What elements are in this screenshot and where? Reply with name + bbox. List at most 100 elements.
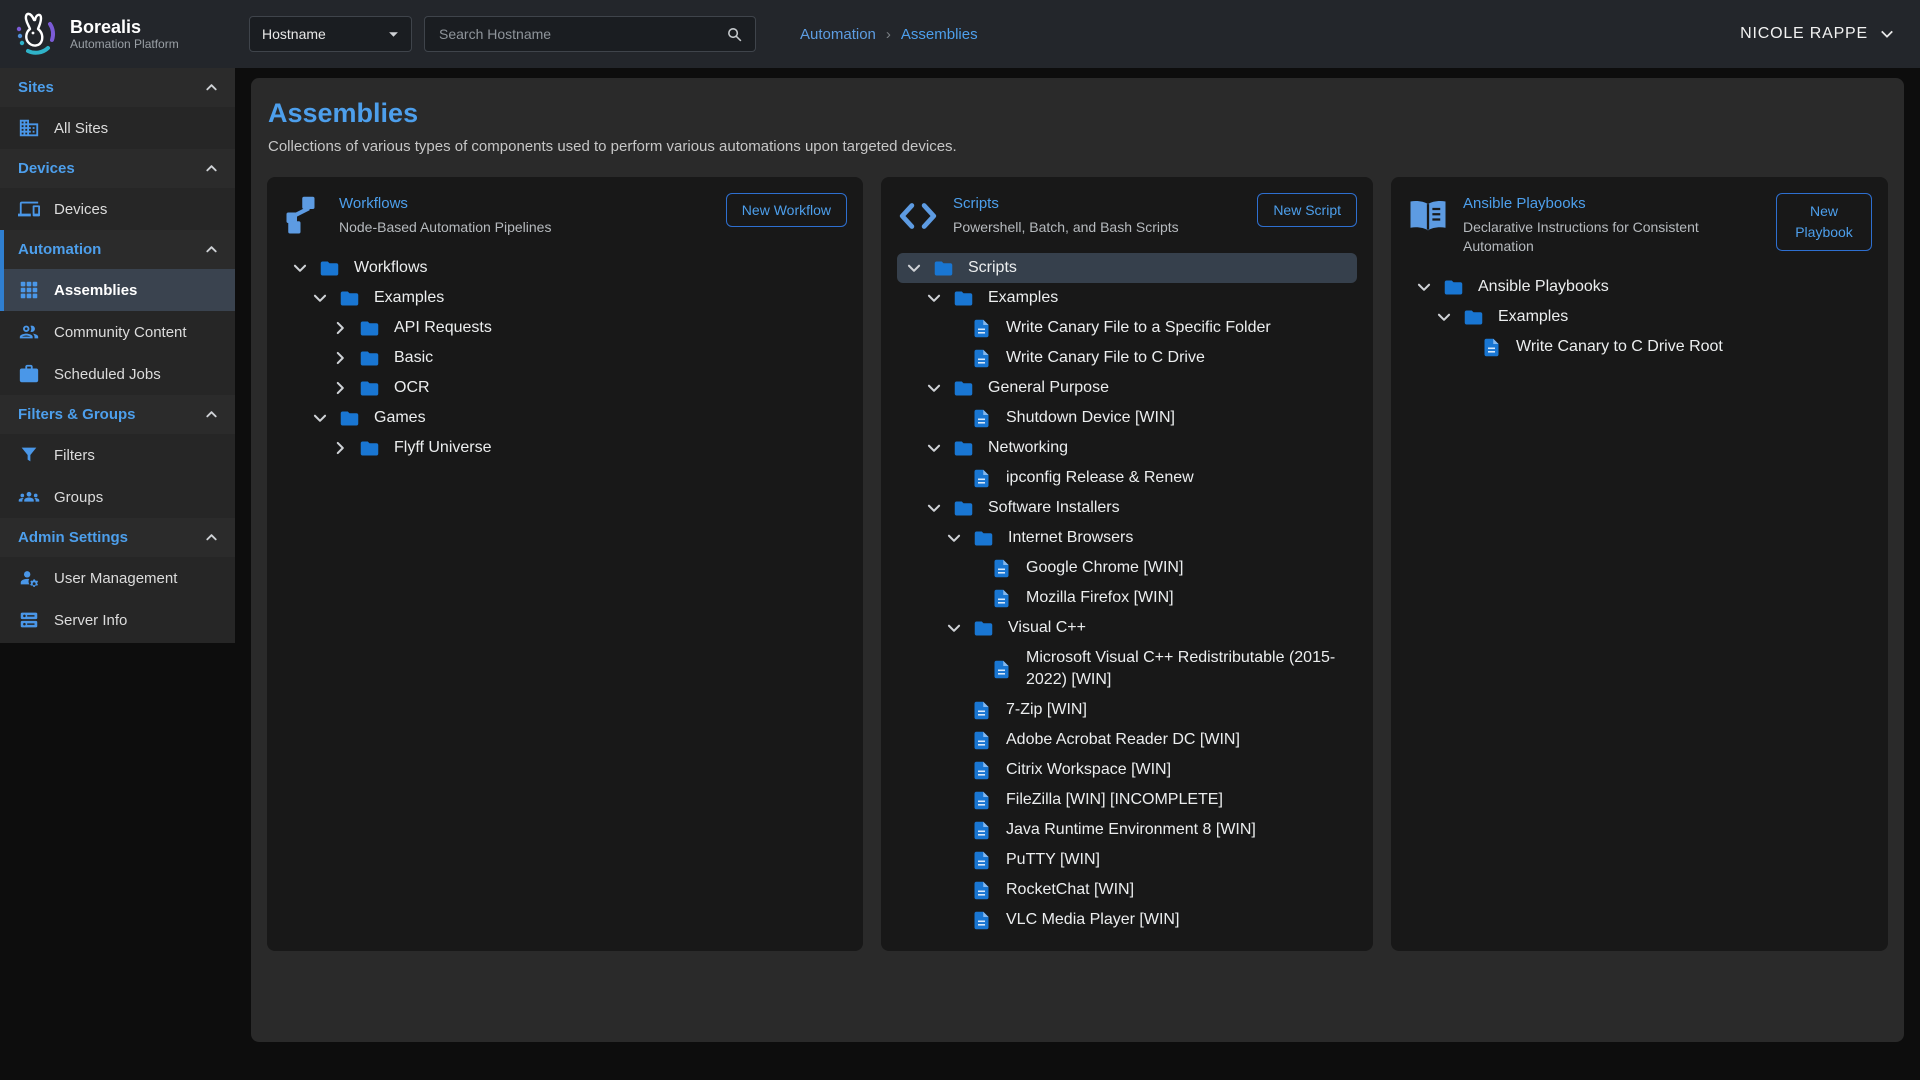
breadcrumb-separator: › xyxy=(886,26,891,43)
tree-file[interactable]: RocketChat [WIN] xyxy=(897,875,1357,905)
tree-folder[interactable]: Basic xyxy=(283,343,847,373)
chevron-down-icon[interactable] xyxy=(311,409,329,427)
sidebar-item-server-info[interactable]: Server Info xyxy=(0,599,235,641)
hostname-select-value: Hostname xyxy=(262,26,326,42)
card-ansible-playbooks: Ansible PlaybooksDeclarative Instruction… xyxy=(1391,177,1888,951)
assembly-cards: Workflows Node-Based Automation Pipelines… xyxy=(267,177,1888,951)
folder-icon xyxy=(953,438,974,459)
tree-folder[interactable]: Software Installers xyxy=(897,493,1357,523)
sidebar-item-groups[interactable]: Groups xyxy=(0,476,235,518)
chevron-right-icon[interactable] xyxy=(331,349,349,367)
sidebar-item-scheduled-jobs[interactable]: Scheduled Jobs xyxy=(0,353,235,395)
chevron-right-icon[interactable] xyxy=(331,379,349,397)
user-menu[interactable]: NICOLE RAPPE xyxy=(1740,25,1894,43)
chevron-down-icon[interactable] xyxy=(1415,278,1433,296)
sidebar-item-community-content[interactable]: Community Content xyxy=(0,311,235,353)
file-icon xyxy=(971,790,992,811)
breadcrumb-assemblies[interactable]: Assemblies xyxy=(901,26,978,43)
folder-icon xyxy=(359,438,380,459)
tree-item-label: ipconfig Release & Renew xyxy=(1006,467,1194,489)
sidebar-section-automation[interactable]: Automation xyxy=(0,230,235,269)
search-icon[interactable] xyxy=(726,26,743,43)
tree-file[interactable]: 7-Zip [WIN] xyxy=(897,695,1357,725)
chevron-down-icon[interactable] xyxy=(291,259,309,277)
sidebar-section-devices[interactable]: Devices xyxy=(0,149,235,188)
tree-folder[interactable]: Ansible Playbooks xyxy=(1407,272,1872,302)
tree-indent-spacer xyxy=(945,911,963,929)
folder-icon xyxy=(953,378,974,399)
sidebar-item-user-management[interactable]: User Management xyxy=(0,557,235,599)
tree-folder[interactable]: Networking xyxy=(897,433,1357,463)
chevron-right-icon[interactable] xyxy=(331,319,349,337)
new-workflows-button[interactable]: New Workflow xyxy=(726,193,847,227)
chevron-down-icon[interactable] xyxy=(925,499,943,517)
new-ansible-playbooks-button[interactable]: New Playbook xyxy=(1776,193,1872,251)
tree-file[interactable]: FileZilla [WIN] [INCOMPLETE] xyxy=(897,785,1357,815)
tree-folder[interactable]: Examples xyxy=(283,283,847,313)
sidebar-item-all-sites[interactable]: All Sites xyxy=(0,107,235,149)
tree-folder[interactable]: Examples xyxy=(897,283,1357,313)
sidebar-item-label: User Management xyxy=(54,570,177,587)
tree-file[interactable]: Citrix Workspace [WIN] xyxy=(897,755,1357,785)
tree-folder[interactable]: Flyff Universe xyxy=(283,433,847,463)
tree-file[interactable]: ipconfig Release & Renew xyxy=(897,463,1357,493)
chevron-down-icon[interactable] xyxy=(925,439,943,457)
tree-file[interactable]: Google Chrome [WIN] xyxy=(897,553,1357,583)
chevron-down-icon[interactable] xyxy=(311,289,329,307)
tree-item-label: Software Installers xyxy=(988,497,1120,519)
chevron-down-icon[interactable] xyxy=(925,379,943,397)
chevron-right-icon[interactable] xyxy=(331,439,349,457)
tree-file[interactable]: PuTTY [WIN] xyxy=(897,845,1357,875)
tree-file[interactable]: Microsoft Visual C++ Redistributable (20… xyxy=(897,643,1357,695)
tree-folder[interactable]: Visual C++ xyxy=(897,613,1357,643)
breadcrumb-automation[interactable]: Automation xyxy=(800,26,876,43)
tree-folder[interactable]: OCR xyxy=(283,373,847,403)
tree-folder[interactable]: API Requests xyxy=(283,313,847,343)
card-subtitle: Powershell, Batch, and Bash Scripts xyxy=(953,218,1213,237)
chevron-up-icon xyxy=(204,80,219,95)
tree-indent-spacer xyxy=(945,731,963,749)
tree-file[interactable]: Java Runtime Environment 8 [WIN] xyxy=(897,815,1357,845)
tree-file[interactable]: Shutdown Device [WIN] xyxy=(897,403,1357,433)
tree-folder[interactable]: Examples xyxy=(1407,302,1872,332)
user-name: NICOLE RAPPE xyxy=(1740,25,1868,43)
laptop-icon xyxy=(18,198,40,220)
sidebar-item-devices[interactable]: Devices xyxy=(0,188,235,230)
sidebar-item-assemblies[interactable]: Assemblies xyxy=(0,269,235,311)
sidebar-item-filters[interactable]: Filters xyxy=(0,434,235,476)
tree-file[interactable]: Mozilla Firefox [WIN] xyxy=(897,583,1357,613)
sidebar-section-sites[interactable]: Sites xyxy=(0,68,235,107)
file-icon xyxy=(991,558,1012,579)
tree-file[interactable]: Write Canary File to a Specific Folder xyxy=(897,313,1357,343)
tree-file[interactable]: Write Canary to C Drive Root xyxy=(1407,332,1872,362)
tree-folder[interactable]: Internet Browsers xyxy=(897,523,1357,553)
tree-file[interactable]: Write Canary File to C Drive xyxy=(897,343,1357,373)
chevron-down-icon[interactable] xyxy=(905,259,923,277)
tree-file[interactable]: VLC Media Player [WIN] xyxy=(897,905,1357,935)
sidebar-section-filters-groups[interactable]: Filters & Groups xyxy=(0,395,235,434)
tree-folder[interactable]: General Purpose xyxy=(897,373,1357,403)
chevron-down-icon[interactable] xyxy=(945,619,963,637)
tree-indent-spacer xyxy=(945,319,963,337)
chevron-down-icon[interactable] xyxy=(925,289,943,307)
new-scripts-button[interactable]: New Script xyxy=(1257,193,1357,227)
tree-item-label: Flyff Universe xyxy=(394,437,492,459)
filter-icon xyxy=(18,444,40,466)
search-input[interactable] xyxy=(437,25,726,43)
sidebar-section-label: Devices xyxy=(18,160,75,177)
tree-folder[interactable]: Games xyxy=(283,403,847,433)
tree-folder[interactable]: Workflows xyxy=(283,253,847,283)
folder-icon xyxy=(319,258,340,279)
tree-indent-spacer xyxy=(1455,338,1473,356)
tree-item-label: OCR xyxy=(394,377,430,399)
tree-indent-spacer xyxy=(945,791,963,809)
tree-folder[interactable]: Scripts xyxy=(897,253,1357,283)
card-subtitle: Node-Based Automation Pipelines xyxy=(339,218,599,237)
hostname-select[interactable]: Hostname xyxy=(249,16,412,52)
brand-name: Borealis xyxy=(70,17,179,37)
folder-icon xyxy=(359,318,380,339)
tree-file[interactable]: Adobe Acrobat Reader DC [WIN] xyxy=(897,725,1357,755)
chevron-down-icon[interactable] xyxy=(945,529,963,547)
chevron-down-icon[interactable] xyxy=(1435,308,1453,326)
sidebar-section-admin-settings[interactable]: Admin Settings xyxy=(0,518,235,557)
